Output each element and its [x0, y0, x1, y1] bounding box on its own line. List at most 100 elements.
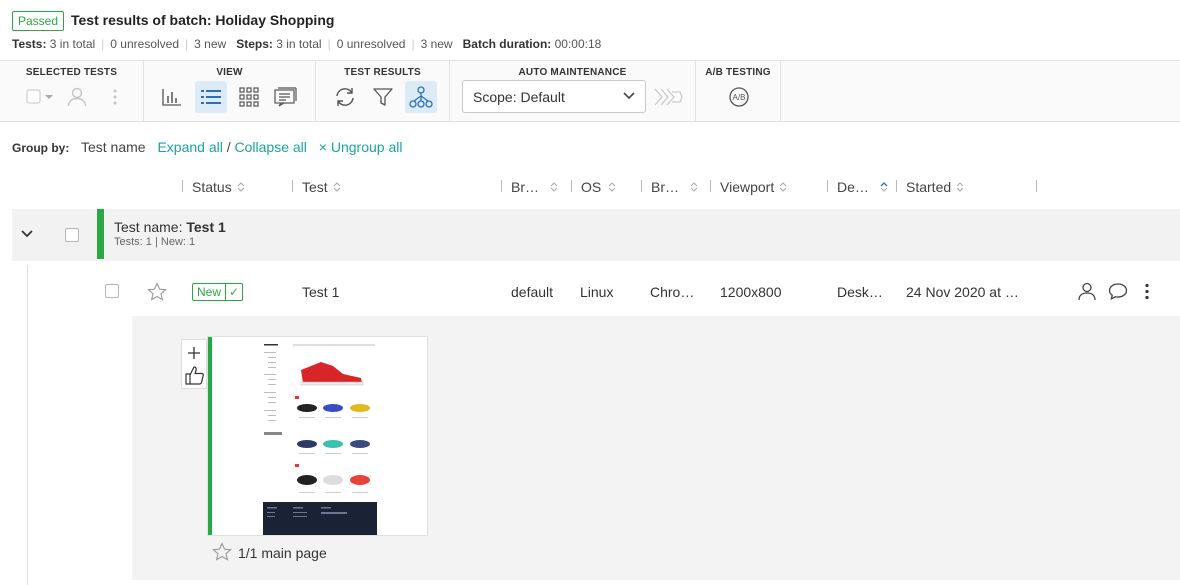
view-details-button[interactable]	[271, 81, 303, 113]
details-view-icon	[274, 87, 297, 107]
column-viewport-label: Viewport	[720, 179, 775, 195]
column-os[interactable]: OS	[581, 178, 616, 196]
column-os-label: OS	[581, 179, 602, 195]
column-browser[interactable]: Br…	[511, 178, 558, 196]
group-row	[12, 209, 1180, 261]
step-thumbnail[interactable]	[207, 336, 428, 536]
step-status-bar	[208, 337, 212, 535]
ab-testing-title: A/B TESTING	[705, 67, 771, 78]
more-actions-button[interactable]	[99, 81, 131, 113]
cell-os: Linux	[580, 284, 614, 300]
group-checkbox[interactable]	[65, 228, 79, 242]
test-results-title: TEST RESULTS	[344, 67, 421, 78]
duration-label: Batch duration:	[462, 37, 552, 51]
status-new-label: New	[197, 285, 222, 299]
page-screenshot-image	[263, 340, 377, 535]
more-vertical-icon[interactable]	[1144, 283, 1150, 300]
column-browser-label: Br…	[511, 179, 539, 195]
svg-text:A/B: A/B	[733, 93, 746, 102]
view-section: VIEW	[144, 61, 316, 121]
group-tests-count: Tests: 1	[114, 236, 152, 248]
cell-viewport: 1200x800	[720, 284, 782, 300]
sort-icon	[550, 182, 558, 192]
group-new-count: New: 1	[160, 236, 196, 248]
user-icon[interactable]	[1077, 281, 1097, 301]
duration-value: 00:00:18	[554, 37, 602, 51]
plus-icon[interactable]	[187, 346, 201, 360]
group-name-label: Test name:	[114, 219, 183, 235]
group-by-bar: Group by: Test name Expand all / Collaps…	[12, 139, 402, 155]
column-browser-name[interactable]: Br…	[651, 178, 698, 196]
collapse-chevron-icon[interactable]	[20, 229, 34, 239]
ungroup-all-label: Ungroup all	[330, 139, 403, 155]
batch-header: Passed Test results of batch: Holiday Sh…	[0, 0, 1180, 61]
batch-stats: Tests: 3 in total | 0 unresolved | 3 new Ste…	[12, 37, 602, 51]
checkbox-dropdown-icon	[26, 89, 53, 104]
selected-tests-section: SELECTED TESTS	[0, 61, 144, 121]
grid-icon	[239, 87, 259, 107]
page-title: Test results of batch: Holiday Shopping	[71, 12, 335, 28]
column-device[interactable]: De…	[837, 178, 888, 196]
column-test[interactable]: Test	[302, 178, 341, 196]
view-chart-button[interactable]	[156, 81, 188, 113]
column-started[interactable]: Started	[906, 178, 964, 196]
view-title: VIEW	[216, 67, 243, 78]
column-status-label: Status	[192, 179, 232, 195]
tests-new: 3 new	[194, 37, 227, 51]
tests-label: Tests:	[12, 37, 47, 51]
check-icon: ✓	[225, 284, 242, 300]
thumbs-up-icon[interactable]	[184, 365, 205, 385]
steps-total: 3 in total	[276, 37, 322, 51]
slash-separator: /	[226, 139, 231, 155]
forward-arrows-icon	[654, 88, 683, 106]
sort-ascending-icon	[880, 182, 888, 192]
collapse-all-link[interactable]: Collapse all	[235, 139, 307, 155]
view-grid-button[interactable]	[233, 81, 265, 113]
ab-testing-button[interactable]: A/B	[723, 81, 755, 113]
scope-select[interactable]: Scope: Default	[462, 80, 646, 113]
status-badge: New ✓	[192, 283, 244, 301]
filter-icon	[373, 88, 393, 106]
refresh-button[interactable]	[329, 81, 361, 113]
group-by-button[interactable]	[405, 81, 437, 113]
column-status[interactable]: Status	[192, 178, 245, 196]
step-caption: 1/1 main page	[238, 545, 327, 561]
hierarchy-icon	[409, 86, 433, 108]
sort-icon	[690, 182, 698, 192]
auto-maintenance-title: AUTO MAINTENANCE	[518, 67, 627, 78]
ungroup-all-link[interactable]: × Ungroup all	[319, 139, 403, 155]
sort-icon	[237, 182, 245, 192]
bar-chart-icon	[162, 89, 181, 106]
filter-button[interactable]	[367, 81, 399, 113]
column-viewport[interactable]: Viewport	[720, 178, 787, 196]
more-vertical-icon	[113, 89, 117, 105]
cell-device: Desk…	[837, 284, 883, 300]
cell-started: 24 Nov 2020 at …	[906, 284, 1019, 300]
comment-icon[interactable]	[1108, 282, 1128, 301]
steps-new: 3 new	[420, 37, 453, 51]
column-test-label: Test	[302, 179, 328, 195]
group-counts: Tests: 1 | New: 1	[114, 236, 196, 248]
steps-unresolved: 0 unresolved	[336, 37, 406, 51]
view-list-button[interactable]	[195, 81, 227, 113]
expand-all-link[interactable]: Expand all	[157, 139, 222, 155]
star-icon[interactable]	[212, 542, 232, 561]
star-icon[interactable]	[147, 282, 167, 301]
refresh-icon	[336, 88, 354, 106]
close-icon: ×	[318, 139, 327, 155]
test-results-section: TEST RESULTS	[316, 61, 450, 121]
ab-testing-section: A/B TESTING A/B	[696, 61, 781, 121]
assign-user-button[interactable]	[61, 81, 93, 113]
row-checkbox[interactable]	[105, 284, 119, 298]
cell-browser: default	[511, 284, 554, 300]
select-all-dropdown[interactable]	[20, 81, 58, 113]
group-status-bar	[97, 209, 104, 259]
cell-browser-name: Chro…	[650, 284, 695, 300]
toolbar: SELECTED TESTS VIEW TEST RESULTS AUTO MA…	[0, 61, 1180, 122]
tests-total: 3 in total	[49, 37, 96, 51]
thumbnail-actions	[181, 339, 207, 389]
run-maintenance-button[interactable]	[652, 81, 684, 113]
column-browser-name-label: Br…	[651, 179, 679, 195]
ab-testing-icon: A/B	[729, 87, 749, 107]
cell-test: Test 1	[302, 284, 340, 300]
